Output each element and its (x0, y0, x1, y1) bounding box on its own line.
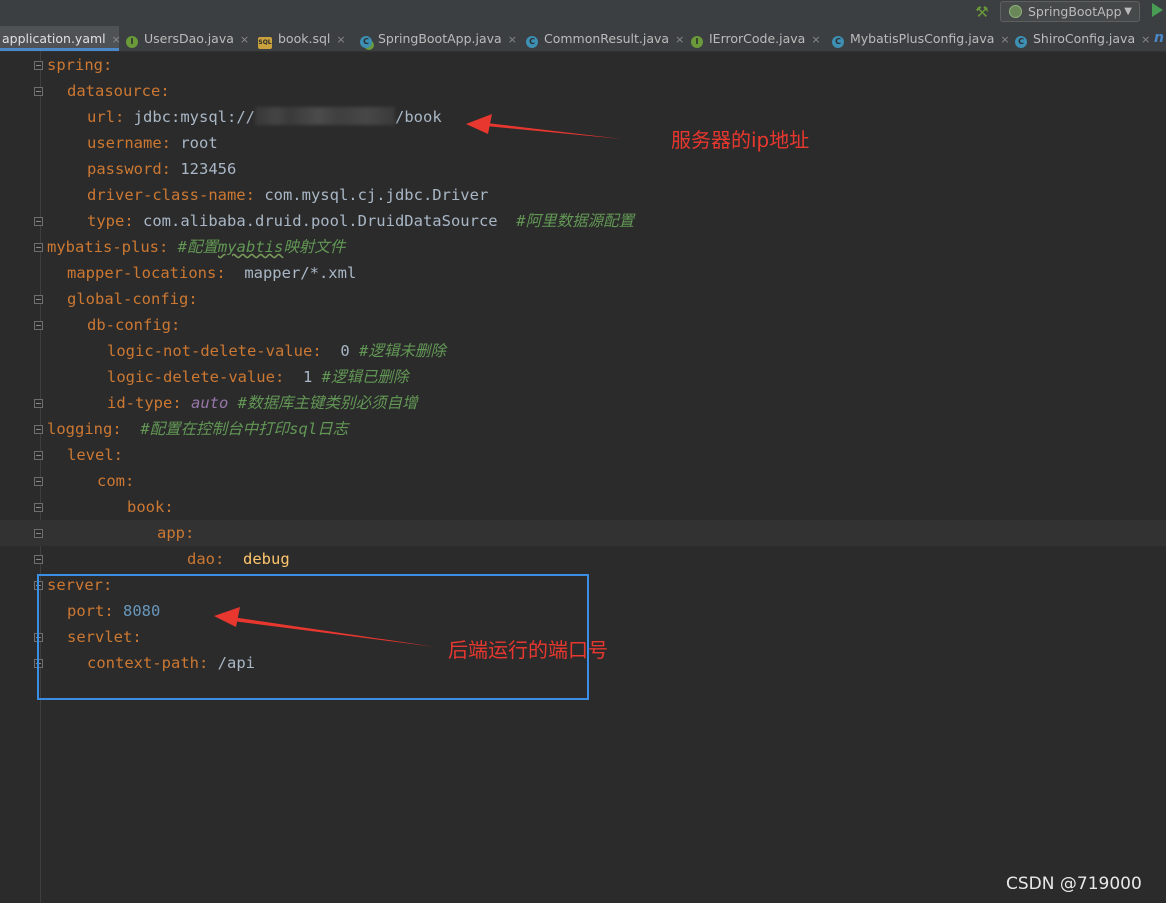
annotation-backend-port: 后端运行的端口号 (448, 638, 608, 662)
watermark: CSDN @719000 (1006, 874, 1142, 894)
arrow-to-url (470, 116, 622, 139)
annotation-arrows (214, 114, 622, 647)
arrow-to-url-head (466, 114, 492, 134)
annotation-server-ip: 服务器的ip地址 (671, 128, 810, 152)
